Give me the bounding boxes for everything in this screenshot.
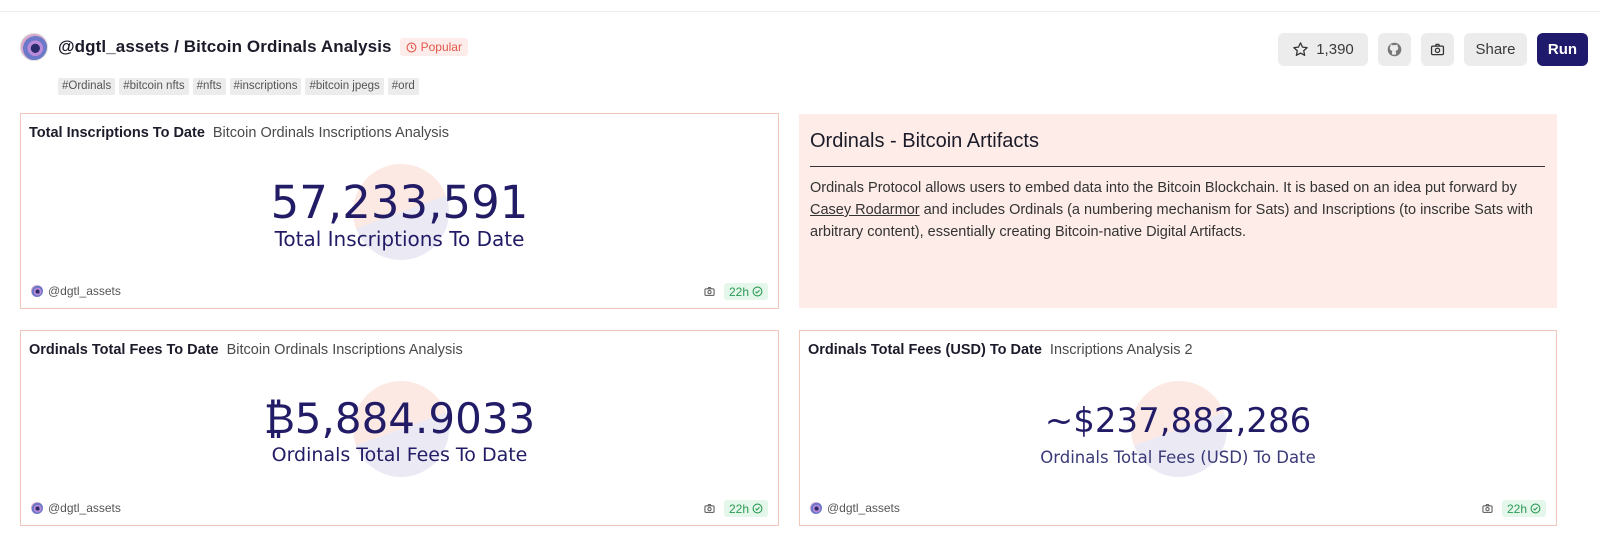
camera-icon[interactable] [703, 285, 716, 298]
tag[interactable]: #Ordinals [58, 78, 116, 95]
counter-label: Ordinals Total Fees (USD) To Date [1040, 448, 1316, 467]
card-header: Ordinals Total Fees (USD) To Date Inscrip… [808, 342, 1193, 358]
description-card: Ordinals - Bitcoin Artifacts Ordinals Pr… [799, 114, 1557, 308]
freshness-badge[interactable]: 22h [723, 500, 768, 517]
popular-badge-label: Popular [420, 40, 462, 54]
card-author-name: @dgtl_assets [827, 501, 900, 515]
card-title[interactable]: Total Inscriptions To Date [29, 125, 205, 141]
card-subtitle[interactable]: Bitcoin Ordinals Inscriptions Analysis [227, 342, 463, 358]
avatar [31, 285, 43, 297]
clock-icon [406, 42, 417, 52]
star-icon [1293, 42, 1308, 57]
counter-value: ~$237,882,286 [1044, 401, 1312, 441]
camera-icon [1430, 43, 1445, 56]
card-title[interactable]: Ordinals Total Fees (USD) To Date [808, 342, 1042, 358]
tag[interactable]: #ord [387, 78, 419, 95]
card-author-name: @dgtl_assets [48, 284, 121, 298]
dashboard-header: @dgtl_assets / Bitcoin Ordinals Analysis… [20, 32, 468, 62]
card-title[interactable]: Ordinals Total Fees To Date [29, 342, 219, 358]
avatar [31, 502, 43, 514]
tag[interactable]: #inscriptions [229, 78, 302, 95]
star-button[interactable]: 1,390 [1278, 33, 1368, 66]
heading-divider [810, 166, 1545, 167]
description-text: Ordinals Protocol allows users to embed … [810, 180, 1517, 196]
counter-value: 57,233,591 [270, 176, 529, 229]
card-footer-status: 22h [703, 283, 768, 300]
freshness-badge[interactable]: 22h [1501, 500, 1546, 517]
top-divider [0, 11, 1600, 12]
popular-badge: Popular [399, 38, 468, 56]
casey-rodarmor-link[interactable]: Casey Rodarmor [810, 202, 920, 218]
card-subtitle[interactable]: Inscriptions Analysis 2 [1050, 342, 1193, 358]
camera-icon[interactable] [703, 502, 716, 515]
run-button[interactable]: Run [1537, 33, 1588, 66]
card-footer-status: 22h [1481, 500, 1546, 517]
card-author[interactable]: @dgtl_assets [31, 284, 121, 298]
github-button[interactable] [1378, 33, 1411, 66]
avatar [810, 502, 822, 514]
card-author-name: @dgtl_assets [48, 501, 121, 515]
card-header: Total Inscriptions To Date Bitcoin Ordina… [29, 125, 449, 141]
tag[interactable]: #bitcoin jpegs [305, 78, 384, 95]
total-fees-usd-card: Ordinals Total Fees (USD) To Date Inscrip… [799, 330, 1557, 526]
total-fees-card: Ordinals Total Fees To Date Bitcoin Ordin… [20, 330, 779, 526]
github-icon [1387, 42, 1402, 57]
share-button[interactable]: Share [1464, 33, 1527, 66]
freshness-badge[interactable]: 22h [723, 283, 768, 300]
header-actions: 1,390 Share Run [1278, 33, 1588, 66]
camera-icon[interactable] [1481, 502, 1494, 515]
star-count: 1,390 [1316, 41, 1354, 58]
freshness-label: 22h [1506, 501, 1527, 516]
card-header: Ordinals Total Fees To Date Bitcoin Ordin… [29, 342, 463, 358]
tag-list: #Ordinals #bitcoin nfts #nfts #inscripti… [58, 78, 419, 95]
total-inscriptions-card: Total Inscriptions To Date Bitcoin Ordina… [20, 113, 779, 309]
card-author[interactable]: @dgtl_assets [31, 501, 121, 515]
snapshot-button[interactable] [1421, 33, 1454, 66]
card-footer-status: 22h [703, 500, 768, 517]
check-circle-icon [1530, 503, 1541, 514]
check-circle-icon [752, 286, 763, 297]
tag[interactable]: #bitcoin nfts [119, 78, 189, 95]
freshness-label: 22h [728, 501, 749, 516]
tag[interactable]: #nfts [192, 78, 226, 95]
avatar[interactable] [20, 33, 48, 61]
description-body: Ordinals Protocol allows users to embed … [810, 177, 1545, 243]
counter-label: Total Inscriptions To Date [274, 227, 525, 251]
check-circle-icon [752, 503, 763, 514]
card-author[interactable]: @dgtl_assets [810, 501, 900, 515]
counter-value: ₿5,884.9033 [263, 394, 536, 443]
counter-label: Ordinals Total Fees To Date [271, 444, 528, 466]
freshness-label: 22h [728, 284, 749, 299]
page-title[interactable]: @dgtl_assets / Bitcoin Ordinals Analysis [58, 37, 392, 57]
description-heading: Ordinals - Bitcoin Artifacts [810, 130, 1039, 152]
card-subtitle[interactable]: Bitcoin Ordinals Inscriptions Analysis [213, 125, 449, 141]
